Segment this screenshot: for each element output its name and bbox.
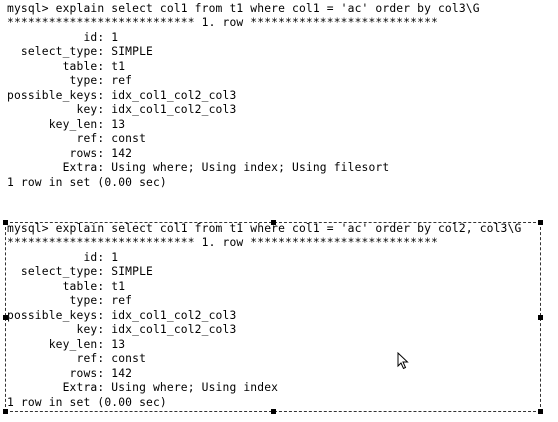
terminal-output[interactable]: mysql> explain select col1 from t1 where… [0, 0, 558, 422]
field-line: key_len: 13 [7, 118, 126, 131]
resize-handle-middle-right[interactable] [538, 315, 543, 320]
result-footer-1: 1 row in set (0.00 sec) [7, 176, 167, 189]
field-line: type: ref [7, 74, 133, 87]
resize-handle-bottom-right[interactable] [538, 409, 543, 414]
field-line: Extra: Using where; Using index; Using f… [7, 161, 390, 174]
field-line: ref: const [7, 132, 147, 145]
field-line: possible_keys: idx_col1_col2_col3 [7, 89, 237, 102]
field-line: id: 1 [7, 31, 119, 44]
field-line: rows: 142 [7, 147, 133, 160]
field-line: select_type: SIMPLE [7, 45, 153, 58]
field-line: table: t1 [7, 60, 126, 73]
mouse-pointer-icon [397, 352, 409, 370]
resize-handle-top-left[interactable] [3, 220, 8, 225]
row-header-1: *************************** 1. row *****… [7, 16, 438, 29]
resize-handle-bottom-left[interactable] [3, 409, 8, 414]
field-line: key: idx_col1_col2_col3 [7, 103, 237, 116]
resize-handle-bottom-center[interactable] [271, 409, 276, 414]
resize-handle-top-right[interactable] [538, 220, 543, 225]
selection-rectangle[interactable] [5, 222, 541, 412]
resize-handle-middle-left[interactable] [3, 315, 8, 320]
command-line-1: mysql> explain select col1 from t1 where… [7, 2, 480, 15]
resize-handle-top-center[interactable] [271, 220, 276, 225]
